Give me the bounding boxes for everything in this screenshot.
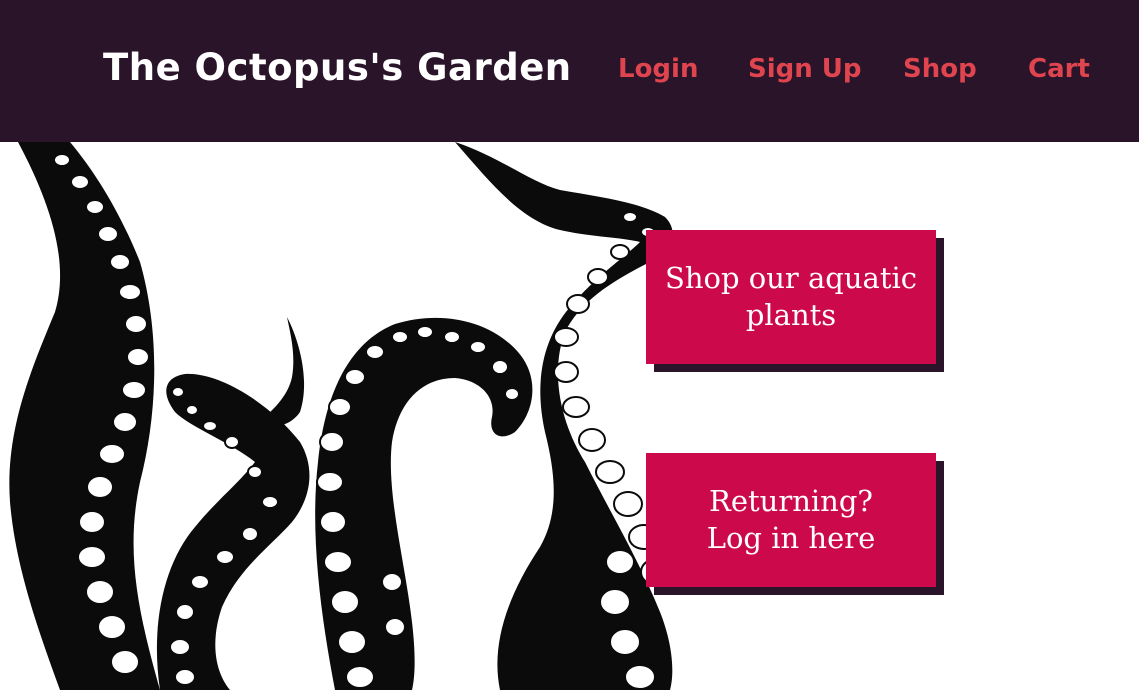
shop-aquatic-plants-button[interactable]: Shop our aquatic plants (646, 230, 936, 364)
octopus-tentacles-illustration (9, 142, 673, 690)
returning-login-button[interactable]: Returning? Log in here (646, 453, 936, 587)
tentacle-left (9, 142, 160, 690)
nav-shop-link[interactable]: Shop (903, 54, 977, 84)
login-button-label: Returning? Log in here (707, 483, 876, 557)
hero-section: Shop our aquatic plants Returning? Log i… (0, 142, 1139, 690)
shop-button-line1: Shop our aquatic (665, 261, 917, 295)
top-navigation-bar: The Octopus's Garden Login Sign Up Shop … (0, 0, 1139, 142)
tentacle-right (455, 142, 673, 690)
nav-cart-link[interactable]: Cart (1028, 54, 1090, 84)
login-button-line1: Returning? (709, 484, 873, 518)
nav-login-link[interactable]: Login (618, 54, 698, 84)
login-button-line2: Log in here (706, 521, 876, 555)
shop-button-line2: plants (745, 298, 837, 332)
site-logo-title[interactable]: The Octopus's Garden (103, 46, 572, 89)
nav-signup-link[interactable]: Sign Up (748, 54, 862, 84)
shop-button-label: Shop our aquatic plants (665, 260, 917, 334)
